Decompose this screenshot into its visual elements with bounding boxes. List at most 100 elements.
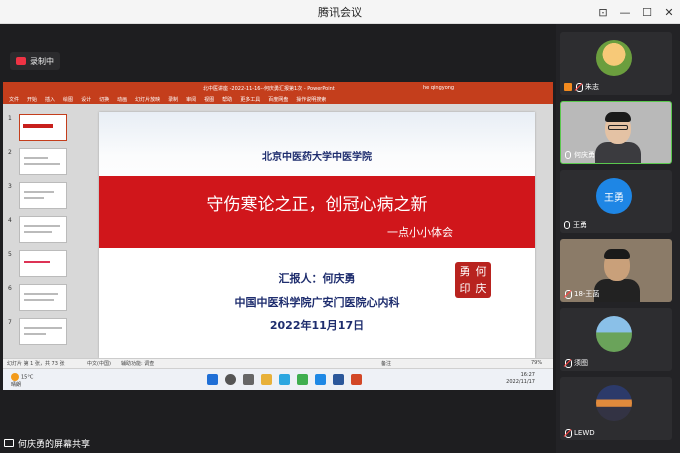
- weather-widget[interactable]: 15°C 晴朗: [11, 373, 33, 389]
- powerpoint-workspace: 1 2 3 4 5 6 7 北京中医药大学中医学院 守伤寒论之正，创冠心病之新 …: [3, 104, 553, 358]
- tencent-meeting-window: 腾讯会议 ⊡ — ☐ ✕ 录制中 北中医讲座 -2022-11-16--何庆勇汇…: [0, 0, 680, 453]
- windows-taskbar: 15°C 晴朗 16:27 2022/11/17: [3, 368, 553, 390]
- edge-icon[interactable]: [279, 374, 290, 385]
- weather-text: 晴朗: [11, 381, 22, 388]
- thumbnail-number: 3: [8, 183, 12, 190]
- recording-indicator[interactable]: 录制中: [10, 52, 60, 70]
- slide-thumbnail[interactable]: 5: [8, 250, 67, 277]
- thumbnail-number: 1: [8, 115, 12, 122]
- ribbon-tab[interactable]: 幻灯片放映: [135, 96, 160, 103]
- title-bar: 腾讯会议 ⊡ — ☐ ✕: [0, 0, 680, 24]
- ribbon-tab[interactable]: 文件: [9, 96, 19, 103]
- slide-thumbnail[interactable]: 6: [8, 284, 67, 311]
- mic-muted-icon: [564, 290, 572, 299]
- slide-thumbnail[interactable]: 2: [8, 148, 67, 175]
- seal-stamp: 勇 何 印 庆: [455, 262, 491, 298]
- ribbon-tab[interactable]: 切换: [99, 96, 109, 103]
- accessibility-status[interactable]: 辅助功能: 调查: [121, 360, 154, 367]
- language-status[interactable]: 中文(中国): [87, 360, 111, 367]
- ribbon-tab[interactable]: 动画: [117, 96, 127, 103]
- slide-counter: 幻灯片 第 1 张，共 73 张: [7, 361, 65, 367]
- ribbon-tab[interactable]: 百度网盘: [268, 96, 288, 103]
- participant-tile[interactable]: 须图: [560, 308, 672, 371]
- thumb-graphic: [24, 225, 60, 227]
- thumb-graphic: [24, 231, 52, 233]
- participant-tile[interactable]: 朱志: [560, 32, 672, 95]
- powerpoint-status-bar: 幻灯片 第 1 张，共 73 张 中文(中国) 辅助功能: 调查 备注 79%: [3, 358, 553, 368]
- avatar: 王勇: [596, 178, 632, 214]
- zoom-level[interactable]: 79%: [531, 360, 542, 366]
- avatar: [596, 316, 632, 352]
- windows-start-icon[interactable]: [207, 374, 218, 385]
- slide-thumbnail[interactable]: 3: [8, 182, 67, 209]
- slide-thumbnail[interactable]: 7: [8, 318, 67, 345]
- close-icon[interactable]: ✕: [658, 0, 680, 24]
- thumb-graphic: [24, 261, 50, 263]
- ribbon-tab[interactable]: 开始: [27, 96, 37, 103]
- slide-thumbnail[interactable]: 1: [8, 114, 67, 141]
- clock-date: 2022/11/17: [506, 379, 535, 385]
- chrome-icon[interactable]: [297, 374, 308, 385]
- participant-tile[interactable]: 18-王菡: [560, 239, 672, 302]
- ribbon-tab[interactable]: 帮助: [222, 96, 232, 103]
- maximize-icon[interactable]: ☐: [636, 0, 658, 24]
- thumbnail-number: 2: [8, 149, 12, 156]
- search-icon[interactable]: [225, 374, 236, 385]
- slide-thumbnail[interactable]: 4: [8, 216, 67, 243]
- thumbnail-number: 6: [8, 285, 12, 292]
- video-face: [605, 112, 631, 144]
- meeting-app-icon[interactable]: [315, 374, 326, 385]
- seal-char: 庆: [475, 281, 487, 295]
- participant-name: LEWD: [564, 429, 595, 438]
- thumb-graphic: [24, 293, 58, 295]
- ribbon-tab[interactable]: 录制: [168, 96, 178, 103]
- search-tab[interactable]: 操作说明搜索: [296, 96, 326, 103]
- temperature: 15°C: [21, 374, 34, 381]
- participant-name-text: 朱志: [585, 83, 599, 91]
- ribbon-tab[interactable]: 更多工具: [240, 96, 260, 103]
- thumb-graphic: [24, 333, 46, 335]
- slide-subtitle: 一点小小体会: [387, 226, 453, 239]
- app-icon[interactable]: [333, 374, 344, 385]
- mic-muted-icon: [564, 359, 572, 368]
- ribbon-tab[interactable]: 审阅: [186, 96, 196, 103]
- thumbnail-number: 7: [8, 319, 12, 326]
- thumb-graphic: [24, 157, 48, 159]
- slide-date: 2022年11月17日: [269, 319, 365, 332]
- slide-university: 北京中医药大学中医学院: [262, 152, 372, 163]
- ribbon-tab[interactable]: 绘图: [63, 96, 73, 103]
- participant-name: 须图: [564, 358, 588, 368]
- participant-name-text: 何庆勇: [574, 151, 595, 159]
- minimize-icon[interactable]: —: [614, 0, 636, 24]
- sun-icon: [11, 373, 19, 381]
- pin-icon[interactable]: ⊡: [592, 0, 614, 24]
- avatar: [596, 385, 632, 421]
- thumbnail-number: 5: [8, 251, 12, 258]
- slide-canvas[interactable]: 北京中医药大学中医学院 守伤寒论之正，创冠心病之新 一点小小体会 汇报人：何庆勇…: [99, 112, 535, 358]
- participant-tile[interactable]: LEWD: [560, 377, 672, 440]
- mic-muted-icon: [575, 83, 583, 92]
- share-label-text: 何庆勇的屏幕共享: [18, 439, 91, 450]
- window-title: 腾讯会议: [318, 5, 362, 19]
- ribbon-tab[interactable]: 视图: [204, 96, 214, 103]
- participant-panel: 朱志 何庆勇 王勇 王勇 18-王菡 须图 LEWD: [556, 24, 680, 453]
- ribbon-tab[interactable]: 设计: [81, 96, 91, 103]
- participant-tile[interactable]: 何庆勇: [560, 101, 672, 164]
- video-person: [594, 279, 640, 302]
- ribbon-tab[interactable]: 插入: [45, 96, 55, 103]
- notes-button[interactable]: 备注: [381, 360, 391, 367]
- clock[interactable]: 16:27 2022/11/17: [506, 372, 535, 386]
- task-view-icon[interactable]: [243, 374, 254, 385]
- participant-tile[interactable]: 王勇 王勇: [560, 170, 672, 233]
- seal-char: 勇: [459, 264, 471, 278]
- screen-share-label: 何庆勇的屏幕共享: [4, 436, 90, 450]
- slide-thumbnails: 1 2 3 4 5 6 7: [5, 110, 73, 358]
- participant-name-text: 须图: [574, 359, 588, 367]
- powerpoint-icon[interactable]: [351, 374, 362, 385]
- slide-title: 守伤寒论之正，创冠心病之新: [206, 195, 428, 215]
- participant-name: 朱志: [564, 82, 599, 92]
- file-explorer-icon[interactable]: [261, 374, 272, 385]
- recording-label: 录制中: [30, 56, 54, 66]
- mic-muted-icon: [564, 429, 572, 438]
- thumb-graphic: [24, 299, 54, 301]
